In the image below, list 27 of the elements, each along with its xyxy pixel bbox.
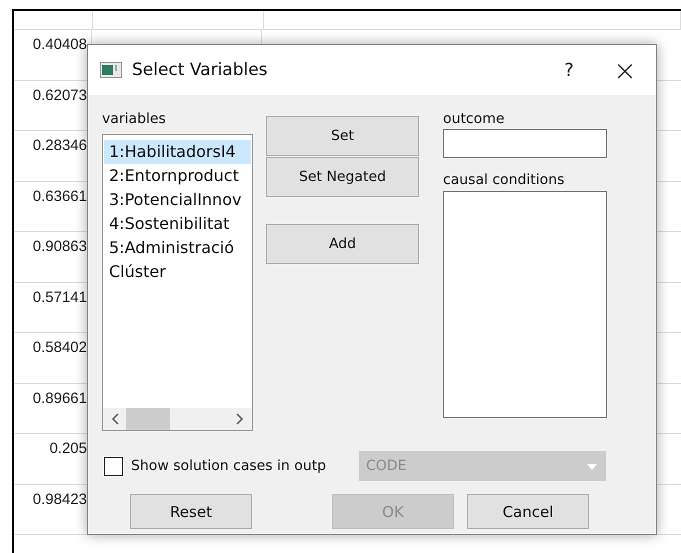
- causal-conditions-list[interactable]: [443, 191, 607, 418]
- window-title: Select Variables: [132, 60, 269, 80]
- list-item[interactable]: 5:Administració: [104, 236, 251, 260]
- list-item[interactable]: Clúster: [104, 260, 251, 284]
- help-button[interactable]: ?: [546, 52, 592, 88]
- list-item[interactable]: 3:PotencialInnov: [104, 188, 251, 212]
- list-item[interactable]: 4:Sostenibilitat: [104, 212, 251, 236]
- variables-list[interactable]: 1:HabilitadorsI4 2:Entornproduct 3:PotencialInnov 4:Sostenibilitat 5:Administració Clúster: [102, 134, 253, 431]
- checkbox[interactable]: [104, 456, 123, 476]
- scroll-left-icon[interactable]: [111, 413, 121, 425]
- close-button[interactable]: ×: [602, 52, 648, 88]
- outcome-label: outcome: [443, 110, 506, 129]
- reset-button[interactable]: Reset: [130, 494, 252, 529]
- outcome-field[interactable]: [443, 129, 607, 158]
- variables-label: variables: [102, 110, 167, 129]
- window-icon: [100, 62, 122, 78]
- action-button[interactable]: Add: [266, 224, 419, 264]
- horizontal-scrollbar[interactable]: [103, 408, 252, 430]
- caret-icon: [587, 464, 597, 470]
- checkbox-label: Show solution cases in outp: [131, 458, 328, 474]
- action-button[interactable]: Set: [266, 116, 419, 156]
- causal-conditions-label: causal conditions: [443, 171, 566, 190]
- cancel-button[interactable]: Cancel: [467, 494, 589, 529]
- list-item[interactable]: 2:Entornproduct: [104, 164, 251, 188]
- scroll-right-icon[interactable]: [234, 413, 244, 425]
- action-button[interactable]: Set Negated: [266, 157, 419, 197]
- list-item[interactable]: 1:HabilitadorsI4: [104, 140, 251, 164]
